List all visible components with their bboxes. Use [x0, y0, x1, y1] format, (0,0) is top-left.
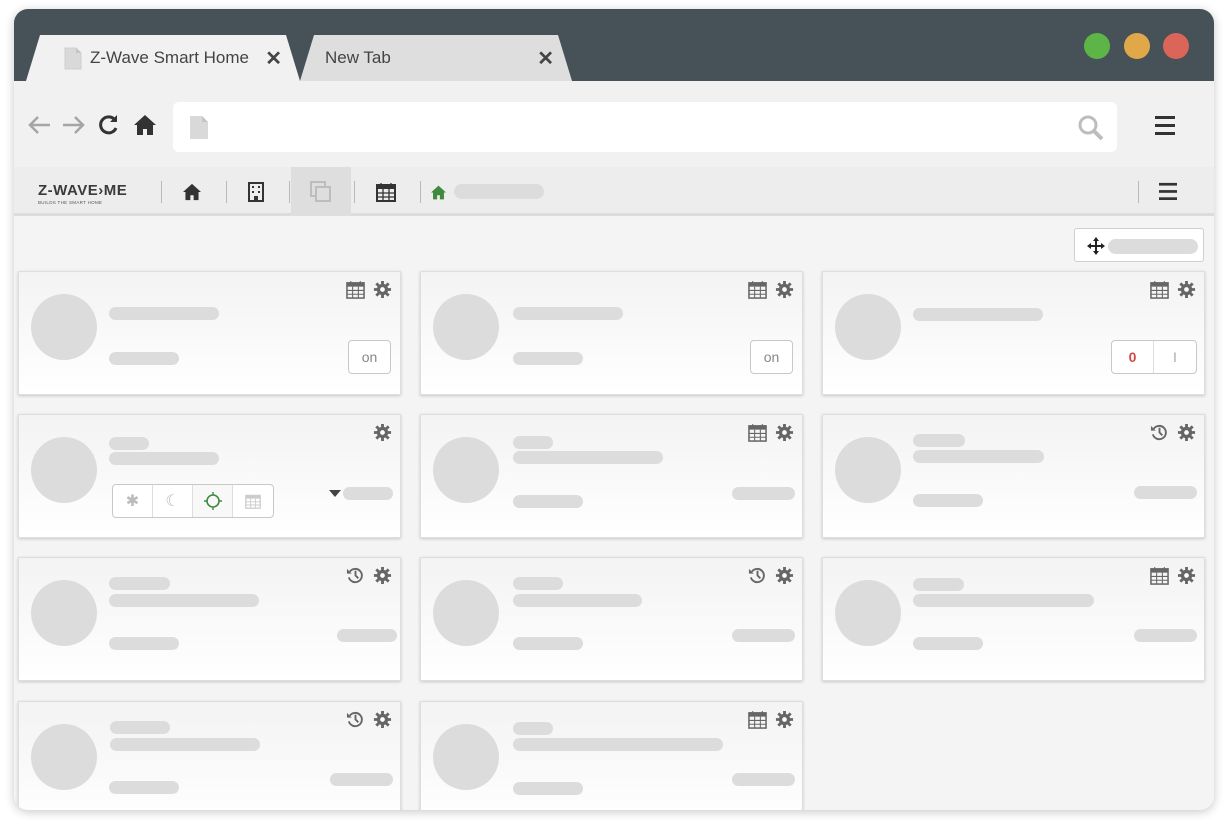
on-off-switch[interactable]: 0 I: [1111, 340, 1197, 374]
gear-icon[interactable]: [1177, 423, 1196, 442]
device-icon: [433, 724, 499, 790]
nav-copy-icon[interactable]: [291, 167, 351, 216]
on-button[interactable]: I: [1154, 341, 1196, 373]
tab-close-icon[interactable]: ✕: [537, 46, 554, 71]
device-icon: [835, 294, 901, 360]
gear-icon[interactable]: [775, 710, 794, 729]
minimize-button[interactable]: [1124, 33, 1150, 59]
gear-icon[interactable]: [1177, 280, 1196, 299]
calendar-icon[interactable]: [1150, 566, 1169, 585]
calendar-icon[interactable]: [1150, 280, 1169, 299]
reload-icon[interactable]: [96, 111, 122, 139]
device-icon: [31, 580, 97, 646]
caret-down-icon: [329, 490, 341, 497]
history-icon[interactable]: [748, 566, 767, 585]
setpoint-dropdown[interactable]: [329, 487, 393, 500]
tab-new-tab[interactable]: New Tab ✕: [300, 35, 572, 81]
sun-icon[interactable]: [193, 485, 233, 517]
device-card[interactable]: [822, 557, 1205, 681]
device-card[interactable]: [420, 701, 803, 810]
device-card[interactable]: [822, 414, 1205, 538]
move-icon: [1087, 237, 1105, 255]
calendar-icon[interactable]: [748, 423, 767, 442]
device-card[interactable]: [18, 557, 401, 681]
browser-window: Z-Wave Smart Home ✕ New Tab ✕ Z-WAVE›ME …: [14, 9, 1214, 810]
tab-close-icon[interactable]: ✕: [265, 46, 282, 71]
nav-building-icon[interactable]: [234, 167, 278, 216]
history-icon[interactable]: [1150, 423, 1169, 442]
file-icon: [64, 47, 82, 69]
gear-icon[interactable]: [373, 566, 392, 585]
back-arrow-icon[interactable]: [26, 111, 52, 139]
thermostat-mode-group: ✱ ☾: [112, 484, 274, 518]
gear-icon[interactable]: [775, 280, 794, 299]
calendar-icon[interactable]: [233, 485, 273, 517]
browser-toolbar: [14, 81, 1214, 167]
device-card[interactable]: [18, 701, 401, 810]
gear-icon[interactable]: [775, 566, 794, 585]
moon-icon[interactable]: ☾: [153, 485, 193, 517]
device-icon: [433, 294, 499, 360]
history-icon[interactable]: [346, 566, 365, 585]
device-icon: [835, 437, 901, 503]
device-card[interactable]: [420, 557, 803, 681]
nav-home-icon[interactable]: [170, 167, 214, 216]
gear-icon[interactable]: [373, 710, 392, 729]
tab-title: Z-Wave Smart Home: [90, 48, 250, 67]
browser-menu-icon[interactable]: [1155, 115, 1175, 135]
calendar-icon[interactable]: [748, 710, 767, 729]
dashboard: on on 0 I ✱ ☾: [14, 216, 1214, 810]
home-icon[interactable]: [132, 111, 158, 139]
history-icon[interactable]: [346, 710, 365, 729]
app-header: Z-WAVE›ME BUILDS THE SMART HOME: [14, 167, 1214, 216]
device-card[interactable]: ✱ ☾: [18, 414, 401, 538]
title-bar: Z-Wave Smart Home ✕ New Tab ✕: [14, 9, 1214, 81]
close-window-button[interactable]: [1163, 33, 1189, 59]
app-menu-icon[interactable]: [1159, 182, 1177, 200]
zwave-me-logo[interactable]: Z-WAVE›ME BUILDS THE SMART HOME: [38, 182, 127, 205]
nav-calendar-icon[interactable]: [364, 167, 408, 216]
device-icon: [433, 580, 499, 646]
device-card[interactable]: 0 I: [822, 271, 1205, 395]
forward-arrow-icon[interactable]: [61, 111, 87, 139]
device-icon: [31, 724, 97, 790]
gear-icon[interactable]: [373, 423, 392, 442]
file-icon: [190, 116, 208, 139]
on-button[interactable]: on: [750, 340, 793, 374]
search-icon[interactable]: [1077, 114, 1105, 142]
device-icon: [433, 437, 499, 503]
on-button[interactable]: on: [348, 340, 391, 374]
rearrange-button[interactable]: [1074, 228, 1204, 262]
breadcrumb-home-icon[interactable]: [430, 185, 447, 200]
device-icon: [31, 437, 97, 503]
device-card[interactable]: on: [18, 271, 401, 395]
maximize-button[interactable]: [1084, 33, 1110, 59]
tab-title: New Tab: [325, 48, 391, 67]
breadcrumb-placeholder: [454, 184, 544, 199]
gear-icon[interactable]: [1177, 566, 1196, 585]
device-card[interactable]: on: [420, 271, 803, 395]
rearrange-label-placeholder: [1108, 239, 1198, 254]
address-bar[interactable]: [173, 102, 1117, 152]
device-icon: [31, 294, 97, 360]
off-button[interactable]: 0: [1112, 341, 1154, 373]
tab-z-wave-smart-home[interactable]: Z-Wave Smart Home ✕: [26, 35, 300, 81]
device-card[interactable]: [420, 414, 803, 538]
calendar-icon[interactable]: [748, 280, 767, 299]
gear-icon[interactable]: [373, 280, 392, 299]
gear-icon[interactable]: [775, 423, 794, 442]
calendar-icon[interactable]: [346, 280, 365, 299]
device-icon: [835, 580, 901, 646]
snowflake-icon[interactable]: ✱: [113, 485, 153, 517]
